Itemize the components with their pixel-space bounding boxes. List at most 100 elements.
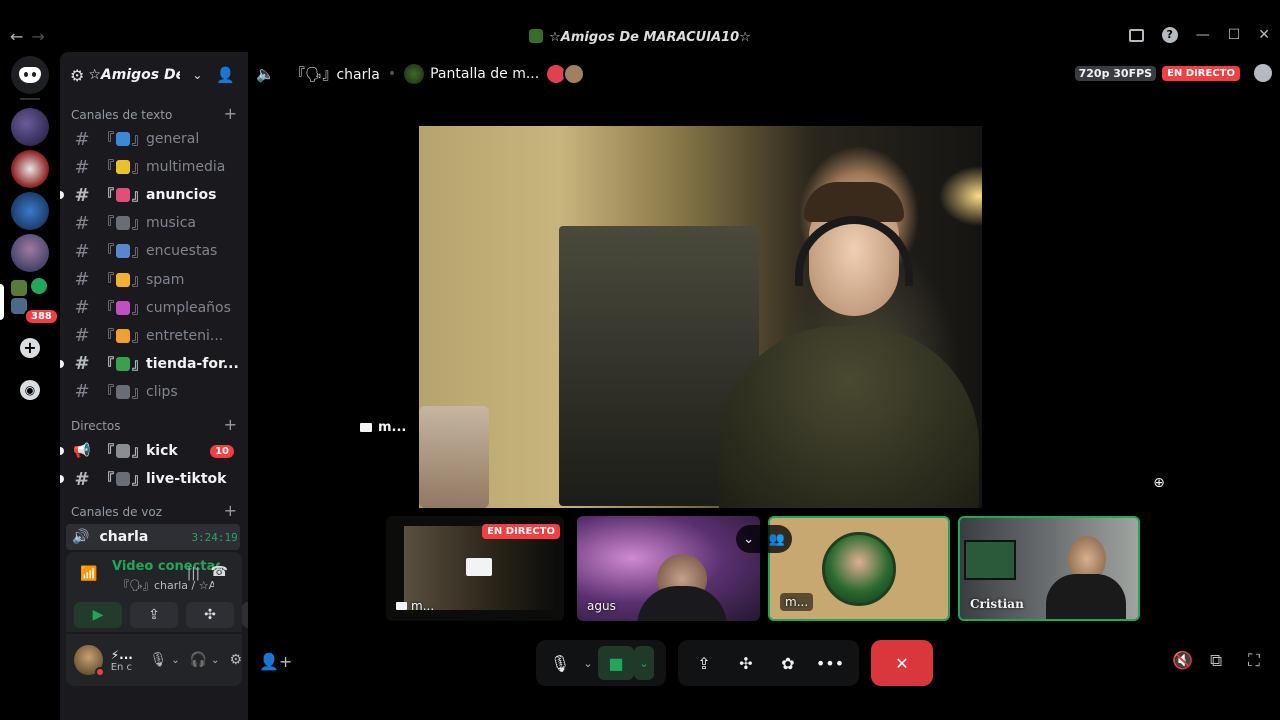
server-icon-a[interactable] (11, 150, 49, 188)
participants-icon[interactable]: 👥 (769, 532, 785, 547)
status-dnd-icon (94, 667, 105, 677)
voice-channel-title[interactable]: 『🗣』charla (291, 64, 380, 84)
fullscreen-icon[interactable]: ⛶ (1248, 651, 1260, 671)
voice-channel-charla[interactable]: 🔊 charla 3:24:19 (66, 524, 240, 550)
zoom-icon[interactable]: ⊕ (1146, 470, 1172, 496)
channel-item[interactable]: # 『 』 clips (72, 379, 240, 405)
microphone-icon[interactable]: 🎙 (149, 652, 167, 668)
close-icon[interactable]: ✕ (1258, 27, 1270, 43)
share-screen-button[interactable]: ⇪ (130, 602, 178, 628)
chat-icon[interactable] (1254, 64, 1272, 82)
create-channel-icon[interactable]: + (224, 106, 237, 122)
discord-home-icon[interactable] (11, 56, 49, 94)
channel-live-tiktok[interactable]: # 『』 live-tiktok (60, 466, 240, 492)
hash-icon: # (74, 468, 90, 490)
activities-button[interactable]: ✣ (186, 602, 234, 628)
hash-icon: # (74, 381, 90, 403)
chevron-down-icon[interactable]: ⌄ (634, 646, 654, 680)
channel-item[interactable]: # 『 』 general (72, 126, 240, 152)
hash-icon: # (74, 297, 90, 319)
screen-share-icon (360, 423, 372, 432)
participant-tile[interactable]: EN DIRECTO m... (386, 516, 564, 621)
active-server-indicator (0, 284, 4, 320)
stream-title[interactable]: Pantalla de m... (430, 66, 539, 82)
username: ⚡... (110, 647, 133, 662)
participant-tile[interactable]: agus (577, 516, 760, 621)
user-info[interactable]: ⚡... En c (111, 648, 140, 673)
main-stream-video[interactable] (419, 126, 982, 508)
inbox-icon[interactable] (1128, 28, 1144, 42)
discover-icon[interactable]: ◉ (20, 380, 40, 400)
settings-gear-icon[interactable]: ⚙ (229, 652, 242, 668)
participant-name: Cristian (970, 597, 1024, 611)
category-directos[interactable]: Directos + (71, 417, 237, 434)
bracket-right: 』 (132, 132, 146, 148)
microphone-button[interactable]: 🎙 (542, 646, 578, 680)
speaker-icon: 🔈 (256, 65, 275, 83)
channel-name: cumpleaños (146, 299, 231, 316)
maximize-icon[interactable]: ☐ (1228, 27, 1241, 43)
activities-button[interactable]: ✣ (728, 646, 764, 680)
channel-name: general (146, 131, 200, 147)
create-channel-icon[interactable]: + (224, 503, 237, 519)
noise-suppression-icon[interactable]: ||| (187, 566, 200, 581)
separator-dot: • (387, 66, 397, 82)
help-icon[interactable]: ? (1161, 27, 1178, 43)
server-icon-buenos-aires-rp[interactable] (11, 192, 49, 230)
channel-item[interactable]: # 『 』 multimedia (72, 154, 240, 180)
hash-icon: # (74, 128, 90, 150)
disconnect-icon[interactable]: ☎ (211, 564, 228, 580)
server-icon-anime[interactable] (11, 234, 49, 272)
channel-item[interactable]: # 『 』 spam (72, 267, 240, 293)
add-person-icon[interactable]: 👤+ (259, 652, 292, 671)
microphone-icon: 🎙 (549, 653, 571, 673)
channel-item[interactable]: # 『 』 entreteni... (72, 323, 240, 349)
chevron-down-icon[interactable]: ⌄ (578, 646, 598, 680)
share-screen-button[interactable]: ⇪ (686, 646, 722, 680)
headphones-icon[interactable]: 🎧 (190, 652, 207, 668)
guild-header[interactable]: ⚙ ☆Amigos De MARACUIA10☆ ⌄ 👤 (60, 52, 248, 98)
tile-label: m... (780, 593, 814, 611)
channel-kick[interactable]: 📢 『』 kick 10 (60, 438, 240, 464)
bracket-left: 『 (100, 356, 114, 373)
leave-call-button[interactable]: ✕ (871, 640, 933, 686)
soundboard-icon: ✿ (781, 653, 795, 673)
invite-people-icon[interactable]: 👤 (216, 66, 235, 84)
channel-emoji-icon (116, 384, 130, 399)
channel-item[interactable]: # 『 』 musica (72, 210, 240, 236)
chevron-down-icon[interactable]: ⌄ (743, 532, 754, 547)
title-bar: ← → ☆Amigos De MARACUIA10☆ ? — ☐ ✕ (0, 22, 1280, 52)
participant-tile[interactable]: m... (768, 516, 950, 621)
category-label: Canales de texto (71, 108, 173, 122)
chevron-down-icon[interactable]: ⌄ (211, 655, 219, 666)
camera-button[interactable]: ■ (598, 646, 634, 680)
soundboard-button[interactable]: ✿ (770, 646, 806, 680)
camera-button[interactable]: ▶ (74, 602, 122, 628)
signal-icon[interactable]: 📶 (80, 566, 97, 582)
announcement-icon: 📢 (73, 443, 91, 459)
bracket-left: 『 (100, 216, 114, 233)
channel-item[interactable]: # 『 』 tienda-for... (60, 351, 240, 377)
channel-item[interactable]: # 『 』 encuestas (72, 238, 240, 264)
tile-controls[interactable]: ⌄ 👥 (736, 525, 792, 553)
channel-name: clips (146, 383, 178, 400)
channel-item[interactable]: # 『 』 cumpleaños (72, 295, 240, 321)
bracket-left: 『 (100, 132, 114, 148)
channel-item[interactable]: # 『 』 anuncios (60, 182, 240, 208)
pop-out-icon[interactable]: ⧉ (1210, 651, 1222, 671)
category-voice-channels[interactable]: Canales de voz + (71, 503, 237, 520)
activities-icon: ✣ (739, 653, 753, 673)
activities-icon: ✣ (204, 607, 216, 623)
create-channel-icon[interactable]: + (224, 417, 237, 433)
participant-tile[interactable]: Cristian (958, 516, 1140, 621)
chevron-down-icon[interactable]: ⌄ (171, 655, 179, 666)
voice-status-title: Video conectado (112, 559, 220, 574)
avatar[interactable] (74, 645, 105, 677)
add-server-icon[interactable]: + (20, 338, 40, 358)
category-text-channels[interactable]: Canales de texto + (71, 106, 237, 123)
minimize-icon[interactable]: — (1196, 27, 1210, 43)
server-icon-pfa[interactable] (11, 108, 49, 146)
mute-volume-icon[interactable]: 🔇 (1172, 651, 1193, 671)
more-options-button[interactable]: ••• (812, 646, 848, 680)
channel-emoji-icon (116, 188, 130, 203)
